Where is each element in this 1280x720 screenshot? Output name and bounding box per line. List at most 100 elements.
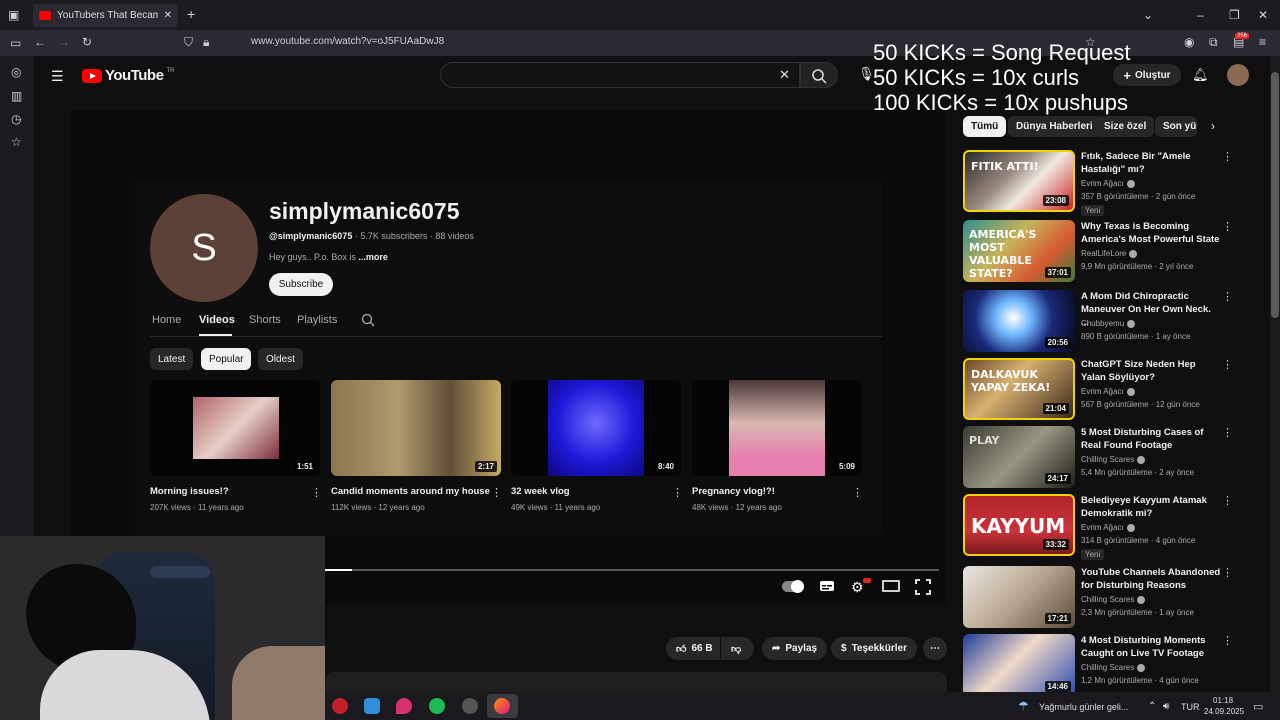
ai-chat-icon[interactable]: ◎ (11, 66, 21, 78)
weather-icon[interactable]: ☂ (1018, 699, 1029, 713)
tab-list-icon[interactable]: ▣ (8, 9, 19, 21)
more-vert-icon[interactable]: ⋮ (1222, 634, 1233, 647)
rec-title[interactable]: Belediyeye Kayyum Atamak Demokratik mi? (1081, 494, 1221, 520)
more-vert-icon[interactable]: ⋮ (1222, 150, 1233, 163)
video-title: Candid moments around my house (331, 486, 490, 497)
like-button[interactable]: 👍︎ 66 B (666, 637, 720, 660)
chevron-up-icon[interactable]: ⌃ (1148, 701, 1156, 712)
rec-thumbnail[interactable]: 20:56 (963, 290, 1075, 352)
hd-badge (863, 578, 871, 583)
rec-channel[interactable]: Evrim Ağacı (1081, 523, 1135, 532)
more-vert-icon[interactable]: ⋮ (1222, 290, 1233, 303)
chevron-right-icon[interactable]: › (1211, 119, 1215, 133)
lock-icon[interactable]: 🔒︎ (203, 36, 209, 48)
synced-tabs-icon[interactable]: ▥ (11, 90, 22, 102)
bell-icon[interactable]: 🔔︎ (1192, 67, 1209, 83)
close-window-icon[interactable]: ✕ (1258, 9, 1268, 21)
rec-thumbnail[interactable]: 17:21 (963, 566, 1075, 628)
rec-thumbnail[interactable]: DALKAVUK YAPAY ZEKA! 21:04 (963, 358, 1075, 420)
rec-title[interactable]: 5 Most Disturbing Cases of Real Found Fo… (1081, 426, 1221, 452)
chip-recent[interactable]: Son yük (1155, 116, 1197, 137)
share-button[interactable]: ➦ Paylaş (762, 637, 828, 660)
rec-title[interactable]: ChatGPT Size Neden Hep Yalan Söylüyor? (1081, 358, 1221, 384)
account-icon[interactable]: ◉ (1184, 36, 1194, 48)
user-avatar[interactable] (1227, 64, 1249, 86)
shield-icon[interactable]: ⛉ (184, 36, 193, 48)
back-icon[interactable]: ← (34, 36, 46, 48)
youtube-logo[interactable]: YouTube TR (82, 67, 174, 84)
clock-date[interactable]: 24.09.2025 (1204, 707, 1244, 716)
rec-title[interactable]: Why Texas is Becoming America's Most Pow… (1081, 220, 1221, 246)
clock-time[interactable]: 01:18 (1213, 696, 1233, 705)
rec-thumbnail[interactable]: PLAY 24:17 (963, 426, 1075, 488)
chevron-down-icon[interactable]: ⌄ (1143, 9, 1153, 21)
chip-all[interactable]: Tümü (963, 116, 1007, 137)
extensions-icon[interactable]: ⧉ (1209, 36, 1218, 48)
close-tab-icon[interactable]: ✕ (164, 10, 172, 21)
new-tab-icon[interactable]: + (187, 7, 195, 21)
fullscreen-icon[interactable] (915, 579, 931, 595)
volume-icon[interactable]: 🔊︎ (1163, 701, 1169, 712)
theater-mode-icon[interactable] (882, 579, 900, 593)
scrollbar-thumb[interactable] (1271, 72, 1279, 318)
hamburger-menu-icon[interactable]: ☰ (51, 68, 64, 85)
chip-for-you[interactable]: Size özel (1096, 116, 1155, 137)
autoplay-toggle[interactable] (782, 580, 804, 593)
rec-channel[interactable]: Chubbyemu (1081, 319, 1136, 328)
more-vert-icon[interactable]: ⋮ (1222, 426, 1233, 439)
restore-icon[interactable]: ❐ (1229, 9, 1240, 21)
chip-world-news[interactable]: Dünya Haberleri (1008, 116, 1101, 137)
history-icon[interactable]: ◷ (11, 113, 21, 125)
rec-title[interactable]: 4 Most Disturbing Moments Caught on Live… (1081, 634, 1221, 660)
rec-channel-name: Chilling Scares (1081, 663, 1135, 672)
settings-gear-icon[interactable]: ⚙ (851, 579, 864, 596)
more-actions-button[interactable]: ⋯ (923, 637, 947, 660)
search-input[interactable] (440, 62, 800, 88)
rec-channel-name: Chubbyemu (1081, 319, 1125, 328)
spotify-icon[interactable] (429, 698, 445, 714)
thanks-button[interactable]: $ Teşekkürler (831, 637, 917, 660)
rec-channel[interactable]: Evrim Ağacı (1081, 387, 1135, 396)
file-explorer-icon[interactable] (364, 698, 380, 714)
location-app-icon[interactable] (396, 698, 412, 714)
more-vert-icon[interactable]: ⋮ (1222, 358, 1233, 371)
menu-icon[interactable]: ≡ (1259, 36, 1266, 48)
minimize-icon[interactable]: – (1197, 9, 1204, 21)
clear-search-icon[interactable]: ✕ (779, 67, 790, 83)
rec-channel[interactable]: Chilling Scares (1081, 663, 1146, 672)
obs-icon[interactable] (462, 698, 478, 714)
subtitles-icon[interactable] (819, 579, 835, 593)
rec-title[interactable]: YouTube Channels Abandoned for Disturbin… (1081, 566, 1221, 592)
dislike-button[interactable]: 👎︎ (721, 637, 754, 660)
reload-icon[interactable]: ↻ (82, 36, 92, 48)
rec-thumbnail[interactable]: KAYYUM 33:32 (963, 494, 1075, 556)
webcam-feed (0, 536, 325, 720)
rec-thumbnail[interactable]: FITIK ATTI! 23:08 (963, 150, 1075, 212)
rec-thumbnail-text: DALKAVUK YAPAY ZEKA! (971, 368, 1051, 394)
verified-icon (1137, 595, 1146, 604)
forward-icon[interactable]: → (58, 36, 70, 48)
rec-channel[interactable]: Chilling Scares (1081, 455, 1146, 464)
firefox-icon[interactable] (494, 698, 510, 714)
url-bar[interactable]: www.youtube.com/watch?v=oJ5FUAaDwJ8 (251, 36, 444, 47)
search-button[interactable] (800, 62, 838, 88)
rec-thumbnail[interactable]: 14:46 (963, 634, 1075, 696)
progress-bar[interactable] (325, 569, 939, 571)
rec-channel[interactable]: Chilling Scares (1081, 595, 1146, 604)
rec-channel[interactable]: Evrim Ağacı (1081, 179, 1135, 188)
more-vert-icon[interactable]: ⋮ (1222, 220, 1233, 233)
sidebar-toggle-icon[interactable]: ▭ (10, 37, 21, 49)
rec-meta: 9,9 Mn görüntüleme · 2 yıl önce (1081, 262, 1194, 271)
video-duration: 2:17 (474, 461, 497, 472)
opera-icon[interactable] (332, 698, 348, 714)
bookmarks-icon[interactable]: ☆ (11, 136, 22, 148)
browser-tab[interactable]: YouTubers That Became Murde ✕ (33, 4, 178, 27)
language-indicator[interactable]: TUR (1181, 702, 1200, 712)
rec-title[interactable]: Fıtık, Sadece Bir "Amele Hastalığı" mı? (1081, 150, 1221, 176)
notification-center-icon[interactable]: ▭ (1253, 700, 1263, 713)
more-vert-icon[interactable]: ⋮ (1222, 494, 1233, 507)
more-vert-icon[interactable]: ⋮ (1222, 566, 1233, 579)
rec-channel[interactable]: RealLifeLore (1081, 249, 1138, 258)
weather-text[interactable]: Yağmurlu günler geli... (1039, 702, 1128, 712)
rec-thumbnail[interactable]: AMERICA'S MOST VALUABLE STATE? 37:01 (963, 220, 1075, 282)
